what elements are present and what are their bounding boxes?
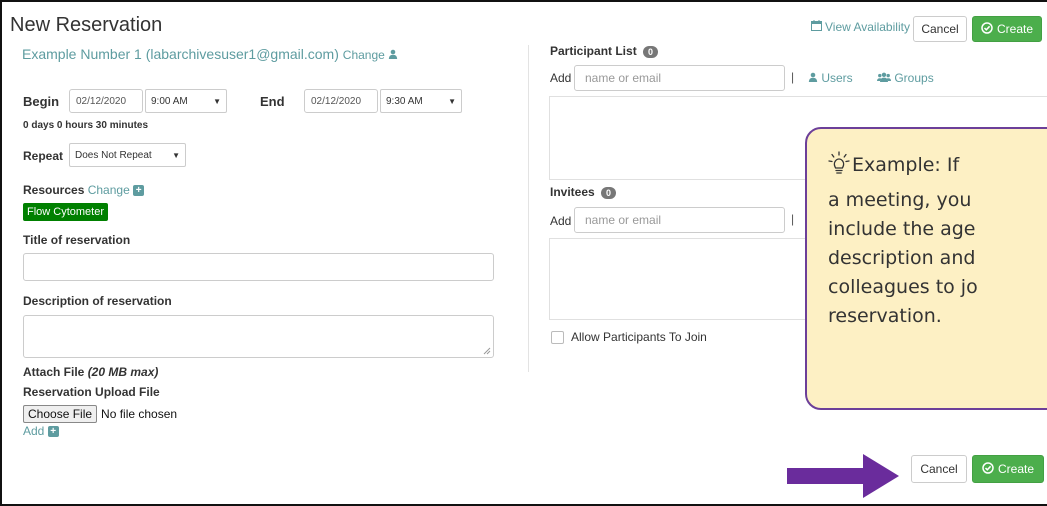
- arrow-right-icon: [787, 454, 899, 498]
- calendar-icon: [811, 20, 822, 34]
- allow-join-row: Allow Participants To Join: [551, 330, 707, 344]
- description-textarea[interactable]: [23, 315, 494, 358]
- resources-label: Resources: [23, 183, 85, 197]
- repeat-value: Does Not Repeat: [75, 149, 152, 161]
- callout-line-6: reservation.: [828, 305, 942, 327]
- header-cancel-button[interactable]: Cancel: [913, 16, 967, 42]
- chevron-down-icon: ▼: [172, 150, 180, 160]
- no-file-text: No file chosen: [101, 407, 178, 421]
- view-availability-label: View Availability: [825, 20, 910, 34]
- header-create-label: Create: [996, 22, 1034, 36]
- begin-time-select[interactable]: 9:00 AM ▼: [145, 89, 227, 113]
- add-file-link[interactable]: Add +: [23, 424, 59, 438]
- allow-join-checkbox[interactable]: [551, 330, 564, 344]
- owner-change-link[interactable]: Change: [343, 48, 398, 62]
- begin-time-value: 9:00 AM: [151, 95, 188, 107]
- page-title: New Reservation: [10, 14, 163, 36]
- users-label: Users: [821, 71, 853, 85]
- repeat-label: Repeat: [23, 149, 64, 163]
- begin-date-input[interactable]: 02/12/2020: [69, 89, 143, 113]
- callout-line-2: a meeting, you: [828, 189, 972, 211]
- add-resource-icon[interactable]: +: [133, 185, 145, 197]
- user-icon: [808, 71, 821, 85]
- chevron-down-icon: ▼: [213, 96, 221, 106]
- footer-create-button[interactable]: Create: [972, 455, 1044, 483]
- resources-change-link[interactable]: Change: [88, 183, 130, 197]
- groups-link[interactable]: Groups: [877, 71, 934, 85]
- title-input[interactable]: [23, 253, 494, 281]
- lightbulb-icon: [828, 151, 850, 186]
- participant-list-label: Participant List: [550, 44, 637, 58]
- participant-separator: |: [791, 70, 795, 84]
- callout-line-4: description and: [828, 247, 976, 269]
- begin-label: Begin: [23, 94, 60, 109]
- column-divider: [528, 45, 529, 372]
- tip-callout: Example: If a meeting, you include the a…: [805, 127, 1047, 410]
- owner-name-email: Example Number 1 (labarchivesuser1@gmail…: [22, 46, 339, 62]
- end-time-value: 9:30 AM: [386, 95, 423, 107]
- invitee-separator: |: [791, 212, 795, 226]
- callout-line-1: Example: If: [828, 151, 1047, 186]
- invitees-count-badge: 0: [601, 186, 617, 199]
- end-label: End: [260, 94, 285, 109]
- check-circle-icon: [982, 461, 994, 477]
- end-time-select[interactable]: 9:30 AM ▼: [380, 89, 462, 113]
- resource-tag: Flow Cytometer: [23, 203, 109, 221]
- add-file-label: Add: [23, 424, 45, 438]
- footer-create-label: Create: [997, 462, 1035, 476]
- repeat-select[interactable]: Does Not Repeat ▼: [69, 143, 186, 167]
- duration-text: 0 days 0 hours 30 minutes: [23, 120, 149, 131]
- description-label: Description of reservation: [23, 294, 172, 308]
- participant-search-input[interactable]: name or email: [574, 65, 785, 91]
- attach-file-label: Attach File: [23, 365, 85, 379]
- participant-add-label: Add: [550, 71, 572, 85]
- group-icon: [877, 71, 894, 85]
- resize-handle-icon[interactable]: [483, 347, 491, 355]
- end-date-input[interactable]: 02/12/2020: [304, 89, 378, 113]
- allow-join-label: Allow Participants To Join: [571, 330, 707, 344]
- invitees-heading: Invitees 0: [550, 185, 617, 199]
- participant-list-heading: Participant List 0: [550, 44, 659, 58]
- attach-file-row: Attach File (20 MB max): [23, 365, 158, 379]
- participant-count-badge: 0: [643, 45, 659, 58]
- attach-file-limit: (20 MB max): [87, 365, 159, 379]
- footer-cancel-button[interactable]: Cancel: [911, 455, 967, 483]
- plus-icon: +: [47, 426, 59, 438]
- title-label: Title of reservation: [23, 233, 131, 247]
- users-link[interactable]: Users: [808, 71, 853, 85]
- user-icon: [388, 48, 398, 62]
- chevron-down-icon: ▼: [448, 96, 456, 106]
- check-circle-icon: [981, 21, 993, 37]
- upload-file-label: Reservation Upload File: [23, 385, 160, 399]
- groups-label: Groups: [894, 71, 934, 85]
- invitee-add-label: Add: [550, 214, 572, 228]
- choose-file-button[interactable]: Choose File: [23, 405, 98, 423]
- header-create-button[interactable]: Create: [972, 16, 1042, 42]
- reservation-owner: Example Number 1 (labarchivesuser1@gmail…: [22, 46, 398, 62]
- resources-row: Resources Change +: [23, 183, 145, 197]
- file-chooser: Choose File No file chosen: [23, 405, 177, 423]
- callout-line-5: colleagues to jo: [828, 276, 978, 298]
- invitee-search-input[interactable]: name or email: [574, 207, 785, 233]
- view-availability-link[interactable]: View Availability: [811, 20, 910, 34]
- callout-line-3: include the age: [828, 218, 976, 240]
- invitees-label: Invitees: [550, 185, 595, 199]
